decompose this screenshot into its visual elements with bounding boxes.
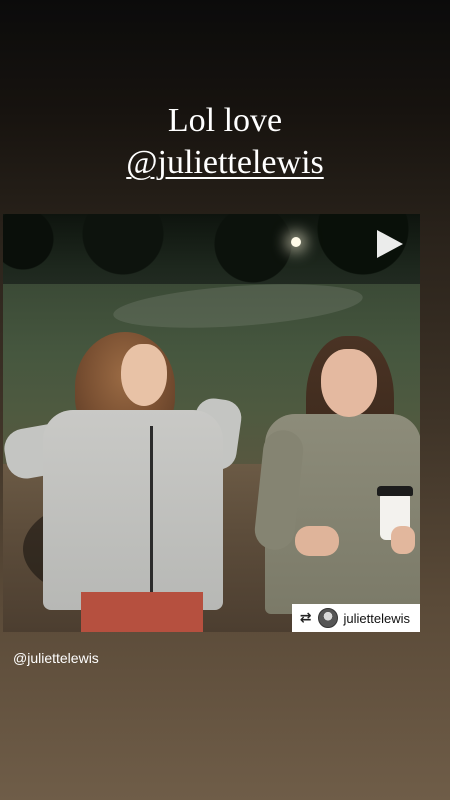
caption-line-1: Lol love: [167, 102, 283, 139]
story-caption: Lol love @juliettelewis: [0, 100, 450, 184]
jacket-zipper: [150, 426, 153, 606]
reposted-video[interactable]: ⇄ juliettelewis: [3, 214, 420, 632]
cup-hand: [391, 526, 415, 554]
credit-mention[interactable]: @juliettelewis: [13, 650, 99, 666]
right-person-hand: [295, 526, 339, 556]
repost-badge[interactable]: ⇄ juliettelewis: [291, 604, 420, 632]
left-person-skirt: [81, 592, 203, 632]
repost-icon: ⇄: [299, 610, 312, 626]
avatar: [317, 608, 338, 628]
caption-mention-link[interactable]: @juliettelewis: [0, 142, 450, 184]
right-person-face: [321, 349, 377, 417]
left-person-face: [121, 344, 167, 406]
trees: [3, 214, 420, 284]
street-lamp: [291, 237, 301, 247]
left-person-jacket: [43, 410, 223, 610]
play-icon[interactable]: [377, 230, 403, 258]
repost-username: juliettelewis: [343, 610, 410, 626]
